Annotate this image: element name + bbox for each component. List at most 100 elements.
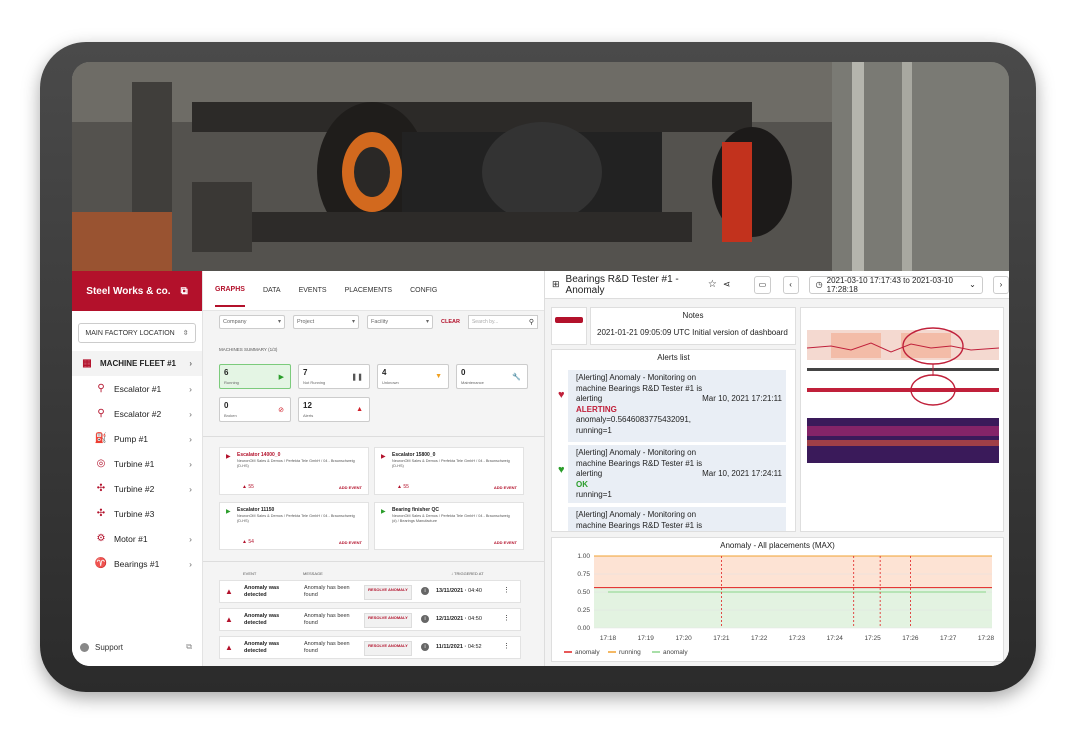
tab-placements[interactable]: PLACEMENTS [345,287,392,294]
card-alerts[interactable]: 12 Alerts ▲ [298,397,370,422]
card-count: 0 [224,401,229,410]
col-message: MESSAGE [303,571,323,576]
col-triggered[interactable]: ↓ TRIGGERED AT [451,571,484,576]
alert-item[interactable]: ♥ [Alerting] Anomaly - Monitoring on mac… [558,370,786,442]
warning-icon: ▲ [356,406,363,413]
add-event-button[interactable]: ADD EVENT [339,540,362,545]
tab-events[interactable]: EVENTS [299,287,327,294]
add-event-button[interactable]: ADD EVENT [494,485,517,490]
grid-icon: ⊞ [552,279,560,289]
search-input[interactable]: Search by... ⚲ [467,315,538,329]
card-count: 0 [461,368,466,377]
tab-config[interactable]: CONFIG [410,287,437,294]
sidebar-item-machine-fleet[interactable]: ▦ MACHINE FLEET #1 › [72,351,202,376]
more-icon[interactable]: ⋮ [503,642,510,650]
chevron-left-icon[interactable]: ‹ [782,275,799,294]
shield-icon: ▼ [435,373,442,380]
tab-data[interactable]: DATA [263,287,281,294]
dashboard-title[interactable]: Bearings R&D Tester #1 - Anomaly [566,274,702,296]
warning-icon: ▲ [225,587,233,596]
machine-card[interactable]: ▶ Escalator 15800_0 NeuronOM Sales & Dem… [374,447,524,495]
x-tick-label: 17:23 [789,635,806,642]
event-date-value: 13/11/2021 [436,588,464,594]
dashboard-panel: ⊞ Bearings R&D Tester #1 - Anomaly ☆ ⋖ ▭… [545,271,1009,666]
clear-button[interactable]: CLEAR [441,319,460,325]
alert-status: OK [576,479,588,489]
escalator-icon: ⚲ [97,408,105,419]
company-select[interactable]: Company [219,315,285,329]
legend-label: anomaly [575,649,600,656]
location-select[interactable]: MAIN FACTORY LOCATION ⇳ [78,323,196,343]
sort-icon: ⇳ [182,330,189,337]
sidebar-item-turbine-1[interactable]: ◎ Turbine #1 › [72,451,202,476]
alert-item[interactable]: ♥ [Alerting] Anomaly - Monitoring on mac… [558,445,786,503]
sidebar-item-escalator-2[interactable]: ⚲ Escalator #2 › [72,401,202,426]
info-icon[interactable]: i [421,643,429,651]
tab-graphs[interactable]: GRAPHS [215,274,245,307]
sidebar-item-bearings-1[interactable]: ♈ Bearings #1 › [72,551,202,576]
anomaly-chart[interactable]: 0.00 0.25 0.50 0.75 1.00 17:18 17:19 17:20 17:21… [552,550,1005,658]
y-tick-label: 0.75 [577,571,590,578]
sidebar-item-pump-1[interactable]: ⛽ Pump #1 › [72,426,202,451]
card-running[interactable]: 6 Running ▶ [219,364,291,389]
machine-card[interactable]: ▶ Bearing finisher QC NeuronOM Sales & D… [374,502,524,550]
facility-select[interactable]: Facility [367,315,433,329]
card-label: Not Running [303,380,326,385]
chevron-right-icon[interactable]: › [992,275,1009,294]
resolve-anomaly-button[interactable]: RESOLVE ANOMALY [364,641,412,656]
alert-text: [Alerting] Anomaly - Monitoring on machi… [576,510,703,530]
app: Steel Works & co. ⧉ MAIN FACTORY LOCATIO… [72,271,1009,666]
normal-band [594,587,992,628]
card-broken[interactable]: 0 Broken ⊘ [219,397,291,422]
table-row: ▲ Anomaly was detected Anomaly has been … [219,636,521,659]
card-unknown[interactable]: 4 Unknown ▼ [377,364,449,389]
sidebar-item-motor-1[interactable]: ⚙ Motor #1 › [72,526,202,551]
search-placeholder: Search by... [471,319,499,325]
machine-card[interactable]: ▶ Escalator 11150 NeuronOM Sales & Demos… [219,502,369,550]
search-icon[interactable]: ⚲ [529,317,534,329]
sidebar-item-turbine-2[interactable]: ✣ Turbine #2 › [72,476,202,501]
chevron-right-icon: › [189,533,192,544]
chevron-down-icon: ⌄ [969,280,976,289]
alert-item[interactable]: [Alerting] Anomaly - Monitoring on machi… [568,507,786,531]
chevron-right-icon: › [189,408,192,419]
add-event-button[interactable]: ADD EVENT [494,540,517,545]
external-link-icon[interactable]: ⧉ [181,286,188,297]
alert-text: [Alerting] Anomaly - Monitoring on machi… [576,448,703,478]
alert-text: [Alerting] Anomaly - Monitoring on machi… [576,373,703,403]
spectrogram-panel [800,307,1004,532]
card-not-running[interactable]: 7 Not Running ❚❚ [298,364,370,389]
company-logo-panel [551,307,587,345]
event-message: Anomaly has been found [304,585,350,598]
card-label: Maintenance [461,380,484,385]
clock-icon: ◷ [815,280,823,289]
bearing-icon: ♈ [94,558,108,569]
card-maintenance[interactable]: 0 Maintenance 🔧 [456,364,528,389]
brand-header[interactable]: Steel Works & co. ⧉ [72,271,202,311]
play-icon: ▶ [278,374,284,381]
sidebar-item-escalator-1[interactable]: ⚲ Escalator #1 › [72,376,202,401]
share-icon[interactable]: ⋖ [723,279,731,290]
info-icon[interactable]: i [421,587,429,595]
more-icon[interactable]: ⋮ [503,586,510,594]
spectrogram-visual [806,327,1000,528]
resolve-anomaly-button[interactable]: RESOLVE ANOMALY [364,613,412,628]
event-time: 04:50 [468,616,482,622]
star-icon[interactable]: ☆ [708,279,717,290]
sidebar-item-turbine-3[interactable]: ✣ Turbine #3 [72,501,202,526]
dashboard-header: ⊞ Bearings R&D Tester #1 - Anomaly ☆ ⋖ ▭… [545,271,1009,299]
time-range-picker[interactable]: ◷ 2021-03-10 17:17:43 to 2021-03-10 17:2… [808,275,983,294]
add-event-button[interactable]: ADD EVENT [339,485,362,490]
project-select[interactable]: Project [293,315,359,329]
chart-title: Anomaly - All placements (MAX) [720,541,835,550]
monitor-icon[interactable]: ▭ [754,275,771,294]
alert-date: Mar 10, 2021 17:24:11 [702,469,782,478]
machine-card[interactable]: ▶ Escalator 14000_0 NeuronOM Sales & Dem… [219,447,369,495]
info-icon[interactable]: i [421,615,429,623]
wrench-icon: 🔧 [512,374,521,381]
resolve-anomaly-button[interactable]: RESOLVE ANOMALY [364,585,412,600]
support-link[interactable]: Support ⧉ [80,642,192,652]
company-logo [555,317,583,323]
x-tick-label: 17:27 [940,635,957,642]
more-icon[interactable]: ⋮ [503,614,510,622]
